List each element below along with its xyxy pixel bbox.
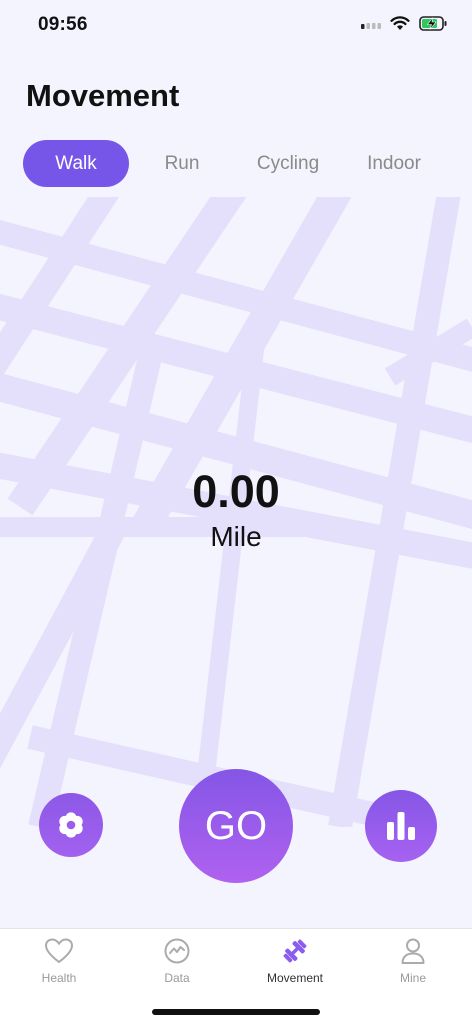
person-icon [401,938,425,964]
status-bar: 09:56 [0,0,472,52]
home-indicator [152,1009,320,1015]
settings-button[interactable] [39,793,103,857]
page-title: Movement [26,78,180,113]
wifi-icon [390,16,410,30]
gear-icon [59,812,83,838]
stats-button[interactable] [365,790,437,862]
activity-tabs: Walk Run Cycling Indoor [23,140,453,187]
tab-walk[interactable]: Walk [23,140,129,187]
tab-indoor[interactable]: Indoor [341,140,447,187]
activity-icon [164,938,190,964]
tab-cycling[interactable]: Cycling [235,140,341,187]
heart-icon [44,938,74,964]
bar-chart-icon [387,812,415,840]
dumbbell-icon [283,939,307,963]
nav-label: Health [41,971,77,985]
tab-run[interactable]: Run [129,140,235,187]
distance-value: 0.00 [192,466,280,517]
signal-icon [361,22,381,29]
nav-mine[interactable]: Mine [354,937,472,985]
nav-movement[interactable]: Movement [236,937,354,985]
distance-unit: Mile [210,521,262,552]
tab-label: Indoor [367,153,421,174]
nav-label: Mine [399,971,426,985]
tab-label: Cycling [256,153,320,174]
distance-display: 0.00 Mile [0,466,472,554]
nav-health[interactable]: Health [0,937,118,985]
battery-charging-icon [419,16,447,31]
tab-label: Run [164,153,200,174]
nav-label: Movement [266,971,324,985]
status-icons [361,16,448,31]
tab-label: Walk [55,153,97,174]
nav-label: Data [164,971,190,985]
go-button[interactable]: GO [179,769,293,883]
nav-data[interactable]: Data [118,937,236,985]
status-time: 09:56 [38,14,88,35]
go-label: GO [204,803,268,848]
